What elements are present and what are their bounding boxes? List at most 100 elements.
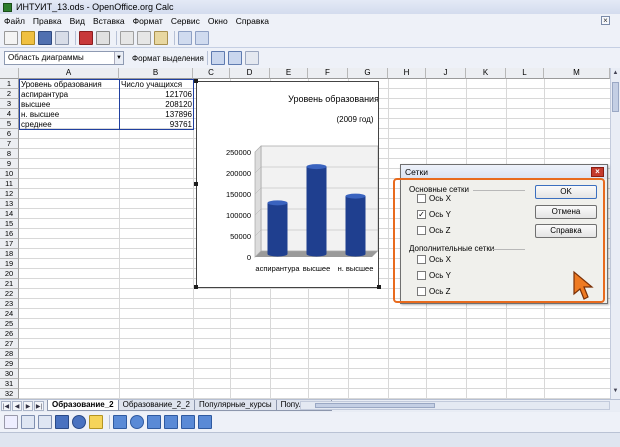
row-header[interactable]: 32 [0,389,19,399]
redo-icon[interactable] [195,30,209,45]
scroll-down-icon[interactable]: ▼ [612,388,619,397]
row-header[interactable]: 9 [0,159,19,169]
row-header[interactable]: 1 [0,79,19,89]
prev-sheet-icon[interactable]: ◀ [12,400,22,411]
column-header-a[interactable]: A [19,68,119,79]
column-header-j[interactable]: J [426,68,466,79]
basic-shapes-icon[interactable] [113,415,127,429]
row-header[interactable]: 2 [0,89,19,99]
horizontal-scrollbar[interactable] [300,401,610,410]
row-header[interactable]: 6 [0,129,19,139]
line-icon[interactable] [21,415,35,429]
menu-tools[interactable]: Сервис [167,16,204,26]
sheet-tab-popular-courses[interactable]: Популярные_курсы [194,400,277,411]
export-pdf-icon[interactable] [79,30,93,45]
paste-icon[interactable] [154,30,168,45]
copy-icon[interactable] [137,30,151,45]
row-header[interactable]: 11 [0,179,19,189]
resize-handle[interactable] [377,285,381,289]
row-header[interactable]: 21 [0,279,19,289]
column-header-b[interactable]: B [119,68,193,79]
chart-object[interactable]: Уровень образования учащихся (2009 год) … [194,79,422,289]
scroll-up-icon[interactable]: ▲ [612,70,619,79]
open-folder-icon[interactable] [21,30,35,45]
new-document-icon[interactable] [4,30,18,45]
row-header[interactable]: 7 [0,139,19,149]
menu-help[interactable]: Справка [232,16,273,26]
column-header-k[interactable]: K [466,68,506,79]
first-sheet-icon[interactable]: |◀ [1,400,11,411]
vertical-grid-icon[interactable] [227,51,242,65]
arrow-line-icon[interactable] [38,415,52,429]
vertical-scrollbar[interactable]: ▲ ▼ [610,68,620,399]
row-header[interactable]: 30 [0,369,19,379]
column-header-h[interactable]: H [388,68,426,79]
row-header[interactable]: 24 [0,309,19,319]
column-header-m[interactable]: M [544,68,610,79]
menu-file[interactable]: Файл [0,16,29,26]
next-sheet-icon[interactable]: ▶ [23,400,33,411]
row-header[interactable]: 26 [0,329,19,339]
row-header[interactable]: 20 [0,269,19,279]
row-header[interactable]: 13 [0,199,19,209]
row-header[interactable]: 3 [0,99,19,109]
chart-element-select[interactable]: Область диаграммы ▼ [4,51,124,65]
row-header[interactable]: 18 [0,249,19,259]
select-all-corner[interactable] [0,68,19,79]
row-header[interactable]: 31 [0,379,19,389]
row-header[interactable]: 19 [0,259,19,269]
last-sheet-icon[interactable]: ▶| [34,400,44,411]
row-header[interactable]: 12 [0,189,19,199]
resize-handle[interactable] [194,79,198,83]
ellipse-icon[interactable] [72,415,86,429]
sheet-tab-education-2[interactable]: Образование_2 [47,400,119,411]
vertical-scroll-thumb[interactable] [612,82,619,112]
row-header[interactable]: 4 [0,109,19,119]
select-arrow-icon[interactable] [4,415,18,429]
cut-icon[interactable] [120,30,134,45]
rectangle-icon[interactable] [55,415,69,429]
menu-view[interactable]: Вид [66,16,89,26]
sheet-tab-education-2-2[interactable]: Образование_2_2 [117,400,196,411]
flowchart-icon[interactable] [164,415,178,429]
menu-format[interactable]: Формат [129,16,167,26]
symbol-shapes-icon[interactable] [130,415,144,429]
legend-icon[interactable] [244,51,259,65]
email-icon[interactable] [55,30,69,45]
column-header-e[interactable]: E [270,68,308,79]
horizontal-grid-icon[interactable] [210,51,225,65]
row-header[interactable]: 5 [0,119,19,129]
row-header[interactable]: 22 [0,289,19,299]
block-arrows-icon[interactable] [147,415,161,429]
close-document-icon[interactable]: × [601,16,610,25]
callouts-icon[interactable] [181,415,195,429]
row-header[interactable]: 28 [0,349,19,359]
column-header-c[interactable]: C [193,68,230,79]
chevron-down-icon[interactable]: ▼ [114,52,123,64]
save-icon[interactable] [38,30,52,45]
menu-edit[interactable]: Правка [29,16,66,26]
stars-icon[interactable] [198,415,212,429]
row-header[interactable]: 14 [0,209,19,219]
menu-window[interactable]: Окно [204,16,232,26]
row-header[interactable]: 15 [0,219,19,229]
resize-handle[interactable] [194,285,198,289]
column-header-g[interactable]: G [348,68,388,79]
column-header-l[interactable]: L [506,68,544,79]
row-header[interactable]: 23 [0,299,19,309]
row-header[interactable]: 29 [0,359,19,369]
row-header[interactable]: 25 [0,319,19,329]
horizontal-scroll-thumb[interactable] [315,403,435,408]
row-header[interactable]: 27 [0,339,19,349]
format-selection-button[interactable]: Формат выделения [132,54,204,63]
print-icon[interactable] [96,30,110,45]
menu-insert[interactable]: Вставка [89,16,129,26]
resize-handle[interactable] [194,182,198,186]
column-header-f[interactable]: F [308,68,348,79]
row-header[interactable]: 16 [0,229,19,239]
row-header[interactable]: 10 [0,169,19,179]
row-header[interactable]: 17 [0,239,19,249]
row-header[interactable]: 8 [0,149,19,159]
column-header-d[interactable]: D [230,68,270,79]
undo-icon[interactable] [178,30,192,45]
